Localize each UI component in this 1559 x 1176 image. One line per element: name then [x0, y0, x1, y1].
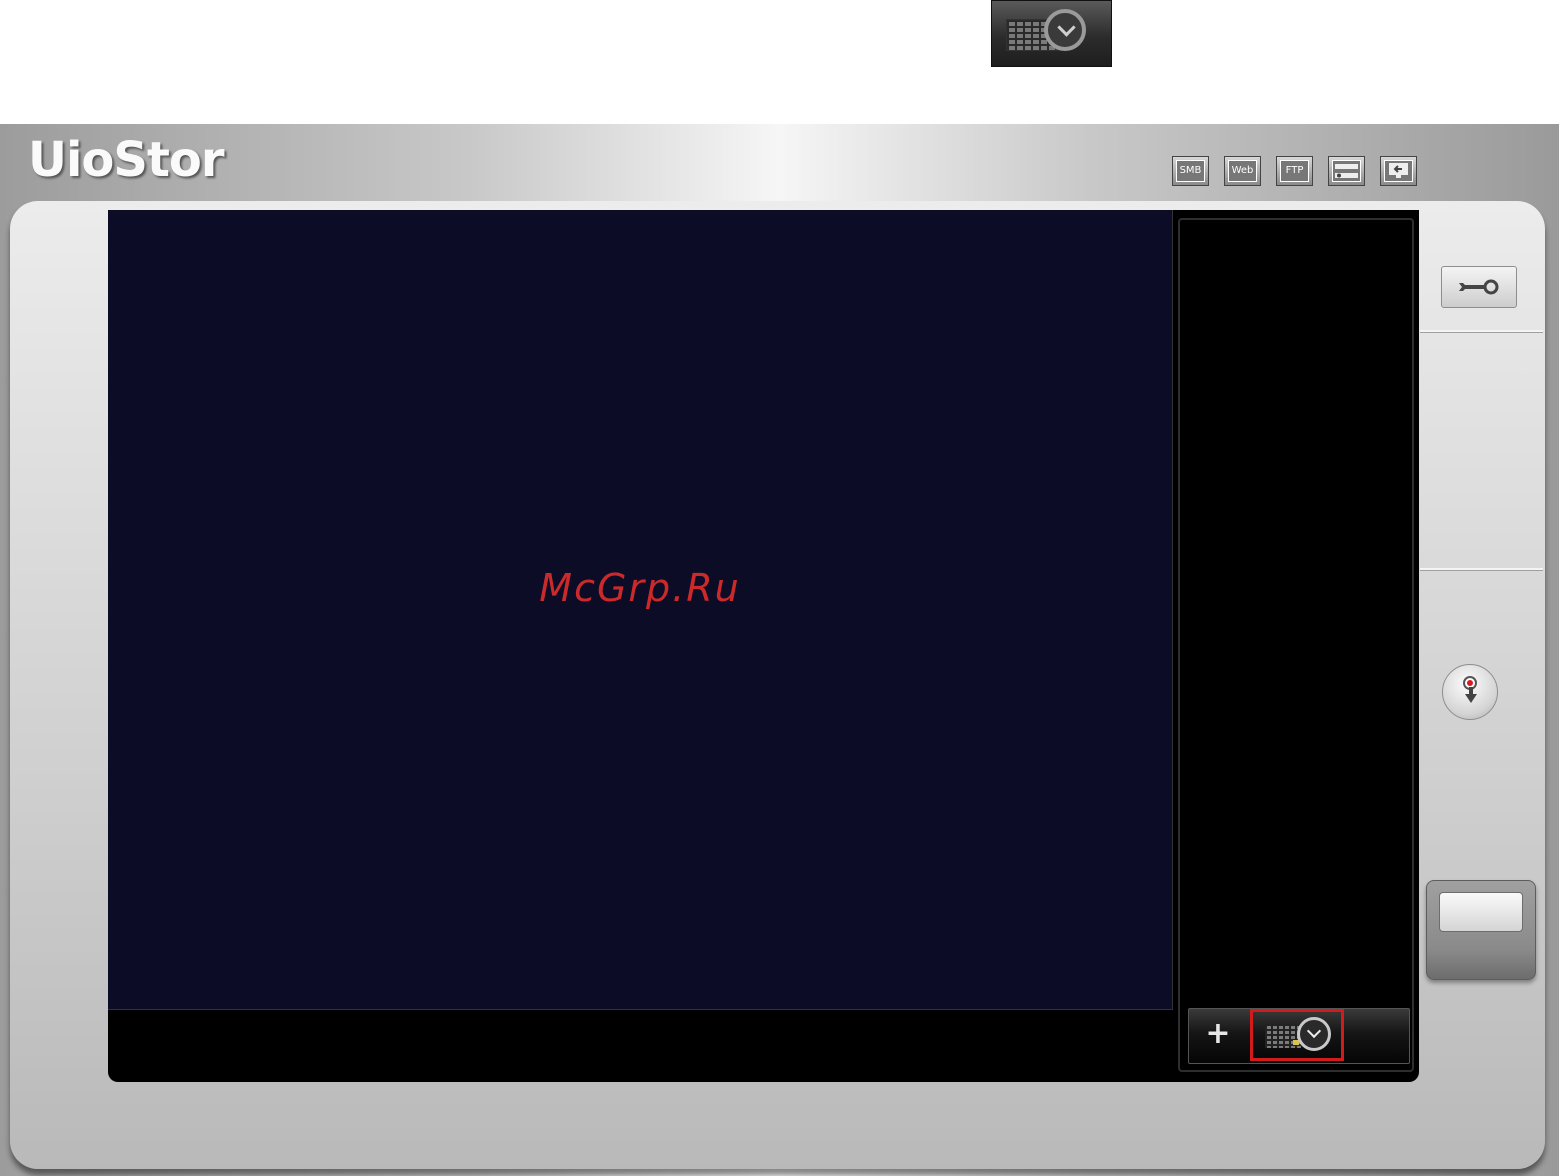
schedule-button[interactable]	[1250, 1009, 1344, 1061]
system-settings-button[interactable]	[1328, 156, 1365, 186]
wrench-icon	[1459, 279, 1499, 295]
app-logo: UioStor	[28, 132, 225, 188]
large-action-button[interactable]	[1426, 880, 1536, 980]
top-toolbar: SMB Web FTP	[1172, 156, 1417, 186]
watermark-text: McGrp.Ru	[539, 566, 741, 610]
large-action-button-face	[1439, 892, 1523, 932]
smb-button[interactable]: SMB	[1172, 156, 1209, 186]
right-section-settings	[1420, 210, 1543, 332]
clock-icon	[1044, 9, 1086, 51]
download-arrow-icon	[1465, 687, 1477, 703]
uiostor-window: UioStor SMB Web FTP McGrp.Ru +	[0, 124, 1559, 1176]
side-panel: +	[1178, 218, 1414, 1072]
ftp-button[interactable]: FTP	[1276, 156, 1313, 186]
settings-button[interactable]	[1441, 266, 1517, 308]
monitor-logout-icon	[1384, 160, 1413, 182]
record-download-button[interactable]	[1442, 664, 1498, 720]
panel-toolbar: +	[1188, 1008, 1410, 1064]
schedule-icon-illustration	[991, 0, 1112, 67]
add-button[interactable]: +	[1203, 1019, 1233, 1049]
main-screen: McGrp.Ru +	[108, 210, 1419, 1082]
calendar-grid-icon	[1265, 1024, 1301, 1048]
ftp-icon: FTP	[1280, 160, 1309, 182]
right-section-blank	[1420, 334, 1543, 570]
web-button[interactable]: Web	[1224, 156, 1261, 186]
smb-icon: SMB	[1176, 160, 1205, 182]
video-display-area: McGrp.Ru	[108, 210, 1173, 1010]
server-settings-icon	[1332, 160, 1361, 182]
logout-button[interactable]	[1380, 156, 1417, 186]
web-icon: Web	[1228, 160, 1257, 182]
right-control-column	[1420, 210, 1543, 990]
clock-icon	[1297, 1017, 1331, 1051]
